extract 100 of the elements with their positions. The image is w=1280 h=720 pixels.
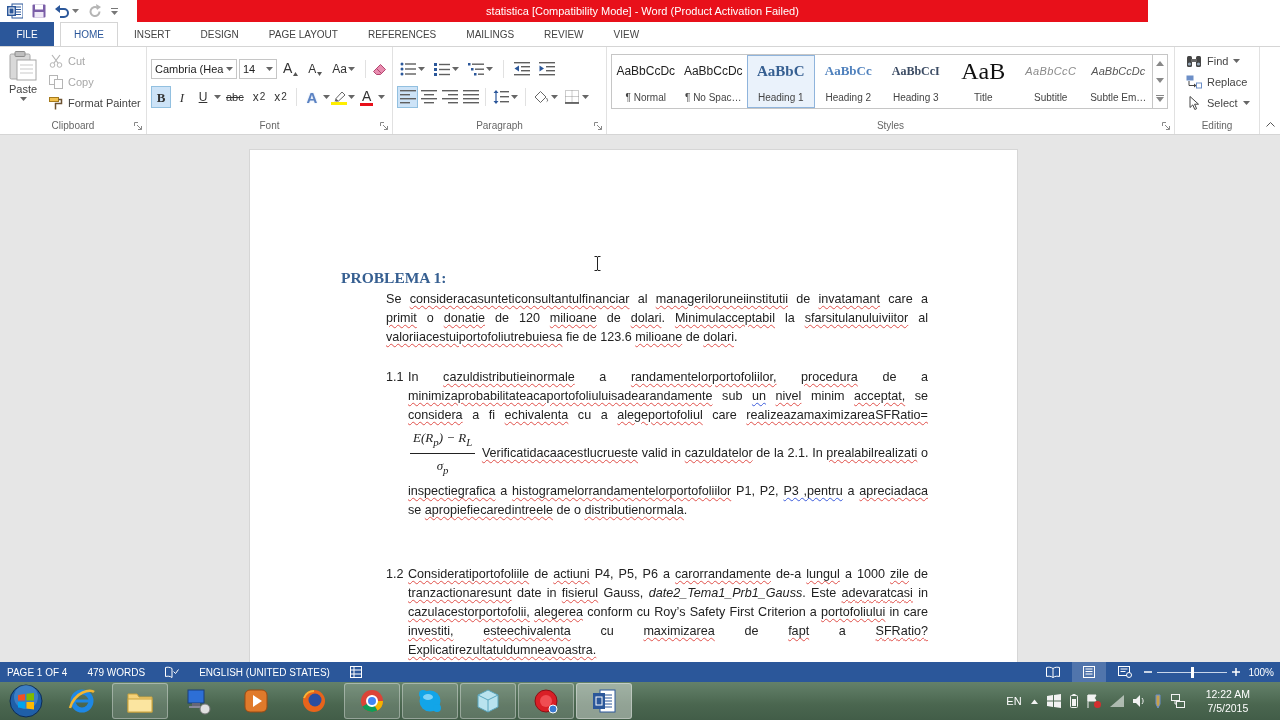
caret-icon[interactable] bbox=[322, 95, 330, 99]
style-item[interactable]: AaBbCcDc ¶ Normal bbox=[612, 55, 680, 108]
collapse-ribbon-icon[interactable] bbox=[1265, 122, 1275, 127]
caret-icon[interactable] bbox=[418, 67, 425, 71]
show-hidden-icon[interactable] bbox=[1030, 698, 1038, 704]
style-item[interactable]: AaBbCc Heading 2 bbox=[814, 55, 882, 108]
font-name-field[interactable]: Cambria (Hea bbox=[151, 59, 237, 79]
scroll-up-icon[interactable] bbox=[1156, 61, 1164, 66]
caret-icon bbox=[226, 67, 233, 71]
pointer-icon bbox=[1186, 95, 1202, 110]
underline-button[interactable]: U bbox=[193, 86, 213, 108]
eraser-icon[interactable] bbox=[372, 61, 389, 77]
increase-indent-icon[interactable] bbox=[539, 62, 555, 76]
clipboard-icon bbox=[8, 51, 38, 81]
taskbar-button[interactable] bbox=[460, 683, 516, 719]
scroll-down-icon[interactable] bbox=[1156, 78, 1164, 83]
superscript-button[interactable]: x$^{2}$ bbox=[270, 86, 291, 108]
volume-icon[interactable] bbox=[1132, 694, 1145, 708]
caret-up-icon bbox=[293, 72, 299, 76]
start-button[interactable] bbox=[9, 684, 43, 718]
windows-flag-icon[interactable] bbox=[1046, 694, 1061, 708]
print-layout-button[interactable] bbox=[1072, 662, 1107, 682]
save-icon[interactable] bbox=[32, 4, 46, 18]
caret-icon[interactable] bbox=[551, 95, 558, 99]
slider-thumb[interactable] bbox=[1190, 666, 1194, 678]
taskbar-button[interactable] bbox=[518, 683, 574, 719]
style-item[interactable]: AaBbCcC Subtitle bbox=[1017, 55, 1085, 108]
web-page-icon bbox=[1118, 666, 1133, 678]
select-button[interactable]: Select bbox=[1183, 92, 1253, 113]
caret-icon[interactable] bbox=[214, 95, 221, 99]
font-color-button[interactable]: A bbox=[355, 86, 378, 108]
ribbon-tab[interactable]: HOME bbox=[60, 22, 118, 46]
language-indicator[interactable]: EN bbox=[1006, 695, 1022, 707]
battery-icon[interactable] bbox=[1069, 694, 1078, 708]
flag-alert-icon[interactable] bbox=[1086, 694, 1101, 708]
bold-button[interactable]: B bbox=[151, 86, 171, 108]
bullet-list-icon[interactable] bbox=[400, 62, 416, 76]
shrink-font-button[interactable]: A bbox=[304, 58, 327, 80]
file-tab[interactable]: FILE bbox=[0, 22, 54, 46]
proofing-icon[interactable] bbox=[165, 666, 180, 678]
change-case-button[interactable]: Aa bbox=[328, 58, 360, 80]
macro-icon[interactable] bbox=[349, 666, 362, 678]
undo-icon[interactable] bbox=[55, 4, 69, 18]
word-count[interactable]: 479 WORDS bbox=[87, 666, 146, 678]
decrease-indent-icon[interactable] bbox=[514, 62, 530, 76]
taskbar-button[interactable] bbox=[576, 683, 632, 719]
dialog-launcher-icon[interactable] bbox=[134, 121, 142, 130]
taskbar-button[interactable] bbox=[344, 683, 400, 719]
align-left-button[interactable] bbox=[397, 86, 418, 108]
caret-icon[interactable] bbox=[347, 95, 355, 99]
taskbar-button[interactable] bbox=[112, 683, 168, 719]
caret-icon[interactable] bbox=[378, 95, 386, 99]
app-icon[interactable] bbox=[7, 3, 23, 19]
caret-icon[interactable] bbox=[486, 67, 493, 71]
caret-icon[interactable] bbox=[511, 95, 518, 99]
numbered-list-icon[interactable] bbox=[434, 62, 450, 76]
pen-icon[interactable] bbox=[1153, 694, 1162, 708]
style-item[interactable]: AaB Title bbox=[949, 55, 1017, 108]
network-icon[interactable] bbox=[1170, 694, 1185, 708]
page-count[interactable]: PAGE 1 OF 4 bbox=[7, 666, 68, 678]
zoom-level[interactable]: 100% bbox=[1248, 666, 1274, 678]
dialog-launcher-icon[interactable] bbox=[594, 121, 602, 130]
copy-icon bbox=[49, 74, 63, 89]
caret-icon[interactable] bbox=[582, 95, 589, 99]
replace-button[interactable]: Replace bbox=[1183, 71, 1253, 92]
format-painter-button[interactable]: Format Painter bbox=[46, 92, 144, 113]
text-effects-button[interactable]: A bbox=[301, 86, 322, 108]
dialog-launcher-icon[interactable] bbox=[1162, 121, 1170, 130]
binoculars-icon bbox=[1186, 53, 1202, 68]
grow-font-button[interactable]: A bbox=[279, 58, 303, 80]
line-spacing-icon[interactable] bbox=[493, 90, 509, 104]
font-size-field[interactable]: 14 bbox=[239, 59, 277, 79]
style-item[interactable]: AaBbC Heading 1 bbox=[747, 55, 815, 108]
multilevel-list-icon[interactable] bbox=[468, 62, 484, 76]
highlighter-icon[interactable] bbox=[330, 89, 347, 105]
customize-icon[interactable] bbox=[111, 7, 118, 15]
paint-bucket-icon[interactable] bbox=[533, 90, 549, 104]
clock[interactable]: 12:22 AM 7/5/2015 bbox=[1193, 687, 1250, 715]
align-right-icon bbox=[441, 90, 458, 104]
record-icon bbox=[531, 686, 561, 716]
strikethrough-button[interactable]: abc bbox=[222, 86, 248, 108]
find-button[interactable]: Find bbox=[1183, 50, 1253, 71]
language[interactable]: ENGLISH (UNITED STATES) bbox=[199, 666, 330, 678]
style-item[interactable]: AaBbCcDc Subtle Em… bbox=[1084, 55, 1152, 108]
zoom-in-icon[interactable] bbox=[1232, 668, 1241, 676]
borders-icon[interactable] bbox=[564, 90, 580, 104]
style-item[interactable]: AaBbCcDc ¶ No Spac… bbox=[679, 55, 747, 108]
caret-icon bbox=[1233, 58, 1241, 63]
style-item[interactable]: AaBbCcI Heading 3 bbox=[882, 55, 950, 108]
paste-button[interactable]: Paste bbox=[4, 47, 42, 115]
caret-icon bbox=[1242, 100, 1250, 105]
caret-icon[interactable] bbox=[72, 9, 79, 13]
italic-button[interactable]: I bbox=[172, 86, 192, 108]
caret-icon bbox=[348, 67, 356, 71]
caret-icon[interactable] bbox=[452, 67, 459, 71]
zoom-slider[interactable] bbox=[1157, 666, 1228, 678]
dialog-launcher-icon[interactable] bbox=[380, 121, 388, 130]
signal-icon[interactable] bbox=[1109, 695, 1124, 707]
zoom-out-icon[interactable] bbox=[1144, 668, 1153, 676]
more-icon[interactable] bbox=[1156, 95, 1164, 102]
